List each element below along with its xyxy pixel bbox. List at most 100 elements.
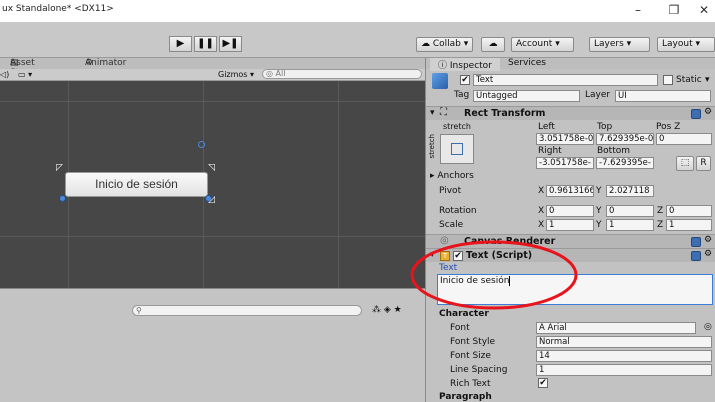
z-axis-label: Z [657,220,664,230]
rich-text-checkbox[interactable]: ✔ [538,378,548,388]
rotation-y-field[interactable]: 0 [606,205,654,217]
rotation-x-field[interactable]: 0 [546,205,594,217]
tag-value: Untagged [476,91,518,101]
rect-transform-icon: ⛶ [440,107,447,118]
pivot-label: Pivot [439,186,462,196]
pivot-x-field[interactable]: 0.9613166 [546,185,594,197]
toolbar-gap [0,22,715,30]
anchor-triangle-icon[interactable]: ◿ [208,195,215,205]
rect-transform-header[interactable]: ▾ ⛶ Rect Transform ⚙ [426,106,715,120]
gizmos-dropdown[interactable]: Gizmos ▾ [218,70,254,79]
chevron-down-icon[interactable]: ▾ [705,75,710,85]
rotation-z-field[interactable]: 0 [666,205,712,217]
grid-line [0,101,425,102]
anchor-triangle-icon[interactable]: ◹ [208,163,215,173]
audio-icon[interactable]: ◁) [0,70,9,79]
anchor-handle[interactable] [59,195,66,202]
raw-edit-button[interactable]: R [696,156,711,171]
object-picker-icon[interactable]: ◎ [704,322,712,332]
close-button[interactable]: ✕ [690,2,715,18]
pivot-y-field[interactable]: 2.027118 [606,185,654,197]
scene-view[interactable]: Inicio de sesión ◸ ◹ ◿ [0,81,425,288]
font-size-label: Font Size [450,351,491,361]
gear-icon[interactable]: ⚙ [704,107,712,117]
paragraph-section-label: Paragraph [439,392,492,402]
gear-icon[interactable]: ⚙ [704,235,712,245]
pause-button[interactable]: ❚❚ [194,36,217,52]
help-icon[interactable] [691,237,701,247]
foldout-arrow-icon[interactable]: ▾ [430,108,435,118]
anchor-triangle-icon[interactable]: ◸ [56,163,63,173]
layer-dropdown[interactable]: UI [615,90,711,102]
y-axis-label: Y [596,186,602,196]
left-field[interactable]: 3.051758e-0 [536,133,594,145]
right-field[interactable]: -3.051758e- [536,157,594,169]
stretch-top-label: stretch [443,122,471,131]
static-checkbox[interactable] [663,75,673,85]
scene-control-bar: ◁) ▭ ▾ Gizmos ▾ ◎ All [0,69,425,81]
search-placeholder: All [275,69,286,78]
filter-icons[interactable]: ⁂ ◈ ★ [372,305,402,315]
tab-services[interactable]: Services [508,58,546,68]
help-icon[interactable] [691,109,701,119]
help-icon[interactable] [691,251,701,261]
annotation-circle [410,240,578,310]
tag-dropdown[interactable]: Untagged [473,90,580,102]
active-checkbox[interactable]: ✔ [460,75,470,85]
scale-label: Scale [439,220,464,230]
right-label: Right [538,146,562,156]
font-size-field[interactable]: 14 [536,350,712,362]
scale-y-field[interactable]: 1 [606,219,654,231]
font-asset-icon: A [539,323,548,333]
layer-label: Layer [585,90,611,100]
x-axis-label: X [538,220,545,230]
scene-search-input[interactable]: ◎ All [262,69,422,79]
collab-button[interactable]: ☁ Collab ▾ [416,37,474,52]
tag-label: Tag [454,90,470,100]
ui-button-preview[interactable]: Inicio de sesión [65,172,208,197]
rotation-label: Rotation [439,206,477,216]
window-titlebar: ux Standalone* <DX11> – ❐ ✕ [0,0,715,22]
font-style-dropdown[interactable]: Normal [536,336,712,348]
chevron-down-icon: ▾ [555,39,560,49]
minimize-button[interactable]: – [624,2,652,18]
image-icon[interactable]: ▭ ▾ [18,70,32,79]
project-search-input[interactable]: ⚲ [132,305,362,316]
anchors-foldout[interactable]: ▸ Anchors [430,171,474,181]
account-dropdown[interactable]: Account ▾ [511,37,574,52]
blueprint-button[interactable]: ⬚ [676,156,694,171]
font-field[interactable]: A Arial [536,322,696,334]
pivot-handle[interactable] [198,141,205,148]
font-value: Arial [547,323,567,333]
cloud-button[interactable]: ☁ [481,37,505,52]
inspector-panel: ⓘ Inspector Services ✔ Text Static ▾ Tag… [425,58,715,402]
top-field[interactable]: 7.629395e-0 [596,133,654,145]
cloud-icon: ☁ [488,39,498,49]
anchors-label: Anchors [437,171,474,181]
restore-button[interactable]: ❐ [660,2,688,18]
layout-dropdown[interactable]: Layout ▾ [657,37,715,52]
layers-dropdown[interactable]: Layers ▾ [589,37,650,52]
tab-inspector[interactable]: ⓘ Inspector [430,58,500,71]
play-button[interactable]: ▶ [169,36,192,52]
project-panel: ⚲ ⁂ ◈ ★ [0,288,425,402]
left-label: Left [538,122,555,132]
bottom-label: Bottom [597,146,631,156]
y-axis-label: Y [596,206,602,216]
info-icon: ⓘ [438,61,448,71]
line-spacing-label: Line Spacing [450,365,508,375]
step-button[interactable]: ▶❚ [219,36,242,52]
posz-field[interactable]: 0 [656,133,712,145]
object-name-field[interactable]: Text [473,74,658,86]
inspector-tab-strip: ⓘ Inspector Services [426,58,715,71]
anchor-preset-button[interactable] [440,134,474,164]
scale-z-field[interactable]: 1 [666,219,712,231]
z-axis-label: Z [657,206,664,216]
bottom-field[interactable]: -7.629395e- [596,157,654,169]
scale-x-field[interactable]: 1 [546,219,594,231]
gear-icon[interactable]: ⚙ [704,249,712,259]
scene-tab-strip: ▤ Asset Store ⚙ Animator [0,58,425,78]
line-spacing-field[interactable]: 1 [536,364,712,376]
font-label: Font [450,323,470,333]
component-title: Rect Transform [464,108,546,119]
